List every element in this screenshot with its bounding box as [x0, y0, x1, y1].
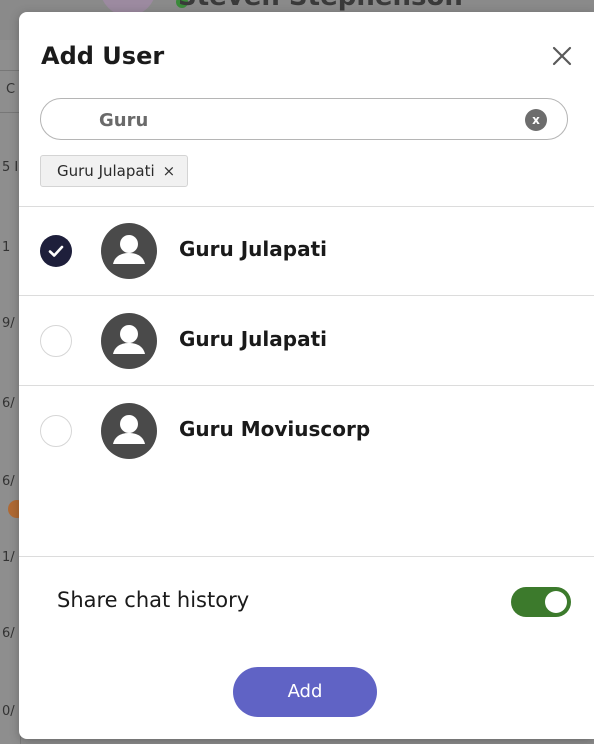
divider — [19, 385, 594, 386]
search-field: x — [40, 98, 568, 140]
background-text: 9/ — [2, 316, 15, 331]
background-divider — [0, 70, 20, 71]
user-name: Guru Julapati — [179, 237, 327, 261]
user-avatar-icon — [101, 313, 157, 369]
user-result-row[interactable]: Guru Julapati — [19, 297, 594, 385]
add-button[interactable]: Add — [233, 667, 377, 717]
add-user-dialog: Add User x Guru Julapati × Guru Julapati — [19, 12, 594, 739]
dialog-title: Add User — [41, 42, 165, 70]
user-result-row[interactable]: Guru Moviuscorp — [19, 387, 594, 475]
close-icon[interactable] — [548, 42, 576, 70]
clear-search-icon[interactable]: x — [525, 109, 547, 131]
user-avatar-icon — [101, 403, 157, 459]
background-text: C — [6, 82, 16, 97]
background-text: 5 I — [2, 160, 19, 175]
unselected-radio[interactable] — [40, 415, 72, 447]
user-avatar-icon — [101, 223, 157, 279]
unselected-radio[interactable] — [40, 325, 72, 357]
toggle-knob — [545, 591, 567, 613]
background-contact-name: Steven Stephenson — [178, 0, 463, 12]
background-divider — [0, 112, 20, 113]
user-name: Guru Moviuscorp — [179, 417, 371, 441]
share-history-label: Share chat history — [57, 588, 250, 612]
chip-remove-icon[interactable]: × — [163, 162, 176, 180]
divider — [19, 556, 594, 557]
selected-check-icon[interactable] — [40, 235, 72, 267]
background-text: 1/ — [2, 550, 15, 565]
user-name: Guru Julapati — [179, 327, 327, 351]
background-text: 6/ — [2, 626, 15, 641]
search-input[interactable] — [97, 107, 501, 133]
background-text: 6/ — [2, 474, 15, 489]
divider — [19, 295, 594, 296]
background-text: 1 — [2, 240, 11, 255]
selected-user-chip: Guru Julapati × — [40, 155, 189, 187]
background-text: 6/ — [2, 396, 15, 411]
user-result-row[interactable]: Guru Julapati — [19, 207, 594, 295]
chip-label: Guru Julapati — [57, 162, 155, 180]
background-text: 0/ — [2, 704, 15, 719]
share-history-toggle[interactable] — [511, 587, 571, 617]
